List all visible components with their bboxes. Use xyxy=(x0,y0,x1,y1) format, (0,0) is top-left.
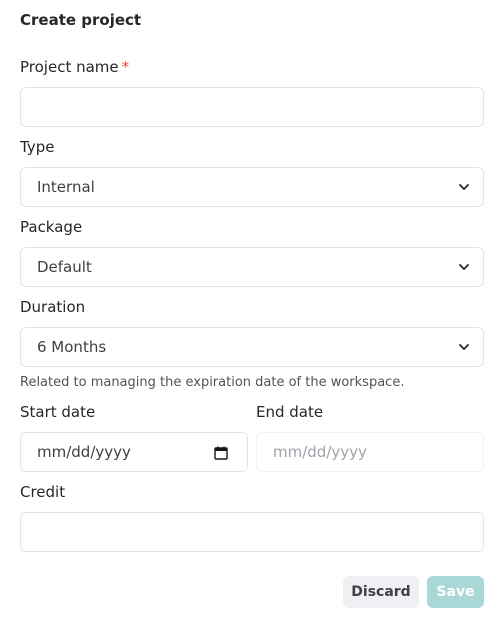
start-date-input[interactable]: mm/dd/yyyy xyxy=(20,432,248,472)
form-title: Create project xyxy=(20,11,142,29)
package-select[interactable]: Default xyxy=(20,247,484,287)
create-project-form: Create project Project name * Type Intern… xyxy=(0,0,502,621)
duration-label: Duration xyxy=(20,298,86,316)
chevron-down-icon xyxy=(459,264,469,270)
project-name-input[interactable] xyxy=(20,87,484,127)
chevron-down-icon xyxy=(459,344,469,350)
calendar-icon[interactable] xyxy=(213,445,229,461)
end-date-input[interactable]: mm/dd/yyyy xyxy=(256,432,484,472)
package-select-value: Default xyxy=(37,258,92,276)
duration-select-value: 6 Months xyxy=(37,338,107,356)
credit-input[interactable] xyxy=(20,512,484,552)
project-name-label-text: Project name xyxy=(20,58,119,76)
required-indicator: * xyxy=(121,58,130,76)
chevron-down-icon xyxy=(459,184,469,190)
type-select-value: Internal xyxy=(37,178,95,196)
end-date-placeholder: mm/dd/yyyy xyxy=(273,443,367,461)
credit-label: Credit xyxy=(20,483,66,501)
project-name-label: Project name * xyxy=(20,58,129,76)
duration-hint: Related to managing the expiration date … xyxy=(20,375,405,390)
start-date-label: Start date xyxy=(20,403,96,421)
save-button[interactable]: Save xyxy=(427,576,484,608)
discard-button[interactable]: Discard xyxy=(343,576,419,608)
start-date-placeholder: mm/dd/yyyy xyxy=(37,443,131,461)
package-label: Package xyxy=(20,218,83,236)
end-date-label: End date xyxy=(256,403,324,421)
type-select[interactable]: Internal xyxy=(20,167,484,207)
type-label: Type xyxy=(20,138,55,156)
duration-select[interactable]: 6 Months xyxy=(20,327,484,367)
